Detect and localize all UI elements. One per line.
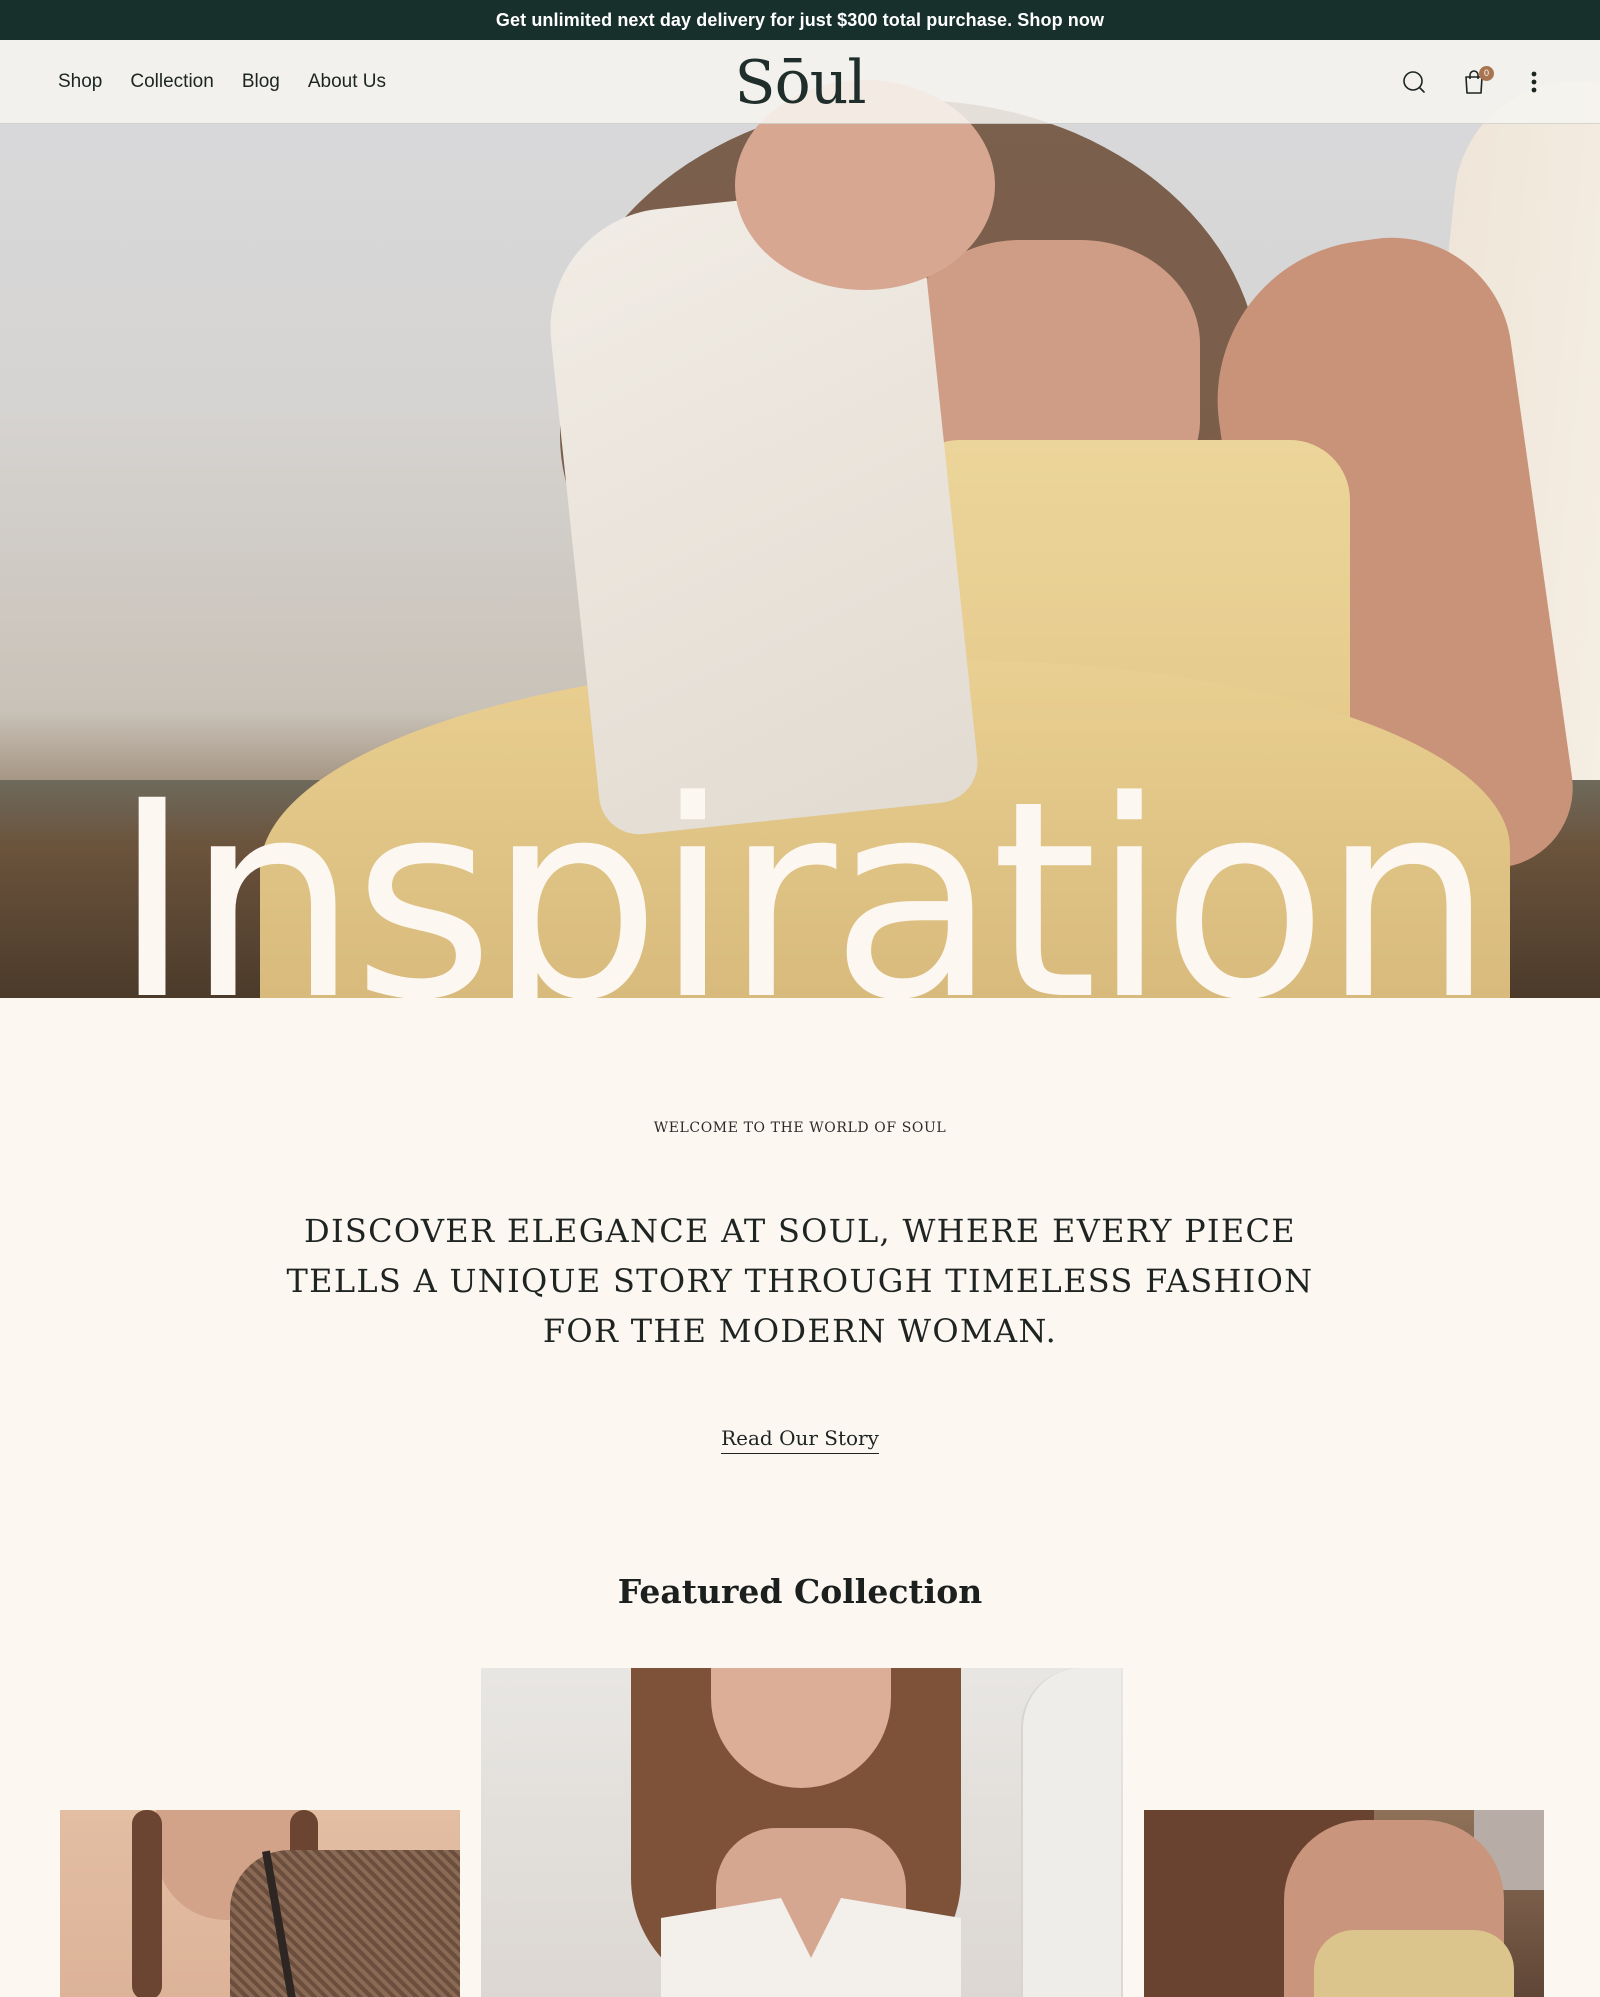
hero-section: Inspiration	[0, 40, 1600, 998]
hero-title: Inspiration	[111, 744, 1494, 998]
more-menu-button[interactable]	[1518, 66, 1550, 98]
more-vertical-icon	[1531, 71, 1537, 93]
product-image-1-braid-left	[132, 1810, 162, 1997]
search-icon	[1403, 71, 1425, 93]
featured-product-card-1[interactable]	[60, 1810, 460, 1997]
nav-link-blog[interactable]: Blog	[242, 71, 280, 93]
nav-link-shop[interactable]: Shop	[58, 71, 102, 93]
product-image-1-jacket	[230, 1850, 460, 1997]
intro-statement: DISCOVER ELEGANCE AT SOUL, WHERE EVERY P…	[286, 1212, 1314, 1350]
site-logo[interactable]: Sōul	[680, 48, 920, 118]
featured-collection-title: Featured Collection	[617, 1572, 983, 1611]
header-actions: 0	[1398, 40, 1550, 124]
intro-section: WELCOME TO THE WORLD OF SOUL DISCOVER EL…	[0, 998, 1600, 1997]
product-image-2-mirror	[1021, 1668, 1121, 1997]
nav-link-about-us[interactable]: About Us	[308, 71, 386, 93]
cart-button[interactable]: 0	[1458, 66, 1494, 98]
featured-product-card-2[interactable]	[481, 1668, 1123, 1997]
search-button[interactable]	[1398, 66, 1430, 98]
product-image-3-dress	[1314, 1930, 1514, 1997]
featured-product-card-3[interactable]	[1144, 1810, 1544, 1997]
story-link-wrapper: Read Our Story	[0, 1426, 1600, 1454]
cart-count-badge: 0	[1479, 66, 1494, 81]
main-nav: Shop Collection Blog About Us	[58, 40, 386, 124]
nav-link-collection[interactable]: Collection	[130, 71, 213, 93]
site-header: Shop Collection Blog About Us Sōul 0	[0, 40, 1600, 124]
intro-eyebrow: WELCOME TO THE WORLD OF SOUL	[653, 1120, 947, 1136]
read-our-story-link[interactable]: Read Our Story	[721, 1426, 879, 1454]
announcement-bar[interactable]: Get unlimited next day delivery for just…	[0, 0, 1600, 40]
announcement-text[interactable]: Get unlimited next day delivery for just…	[496, 10, 1104, 31]
